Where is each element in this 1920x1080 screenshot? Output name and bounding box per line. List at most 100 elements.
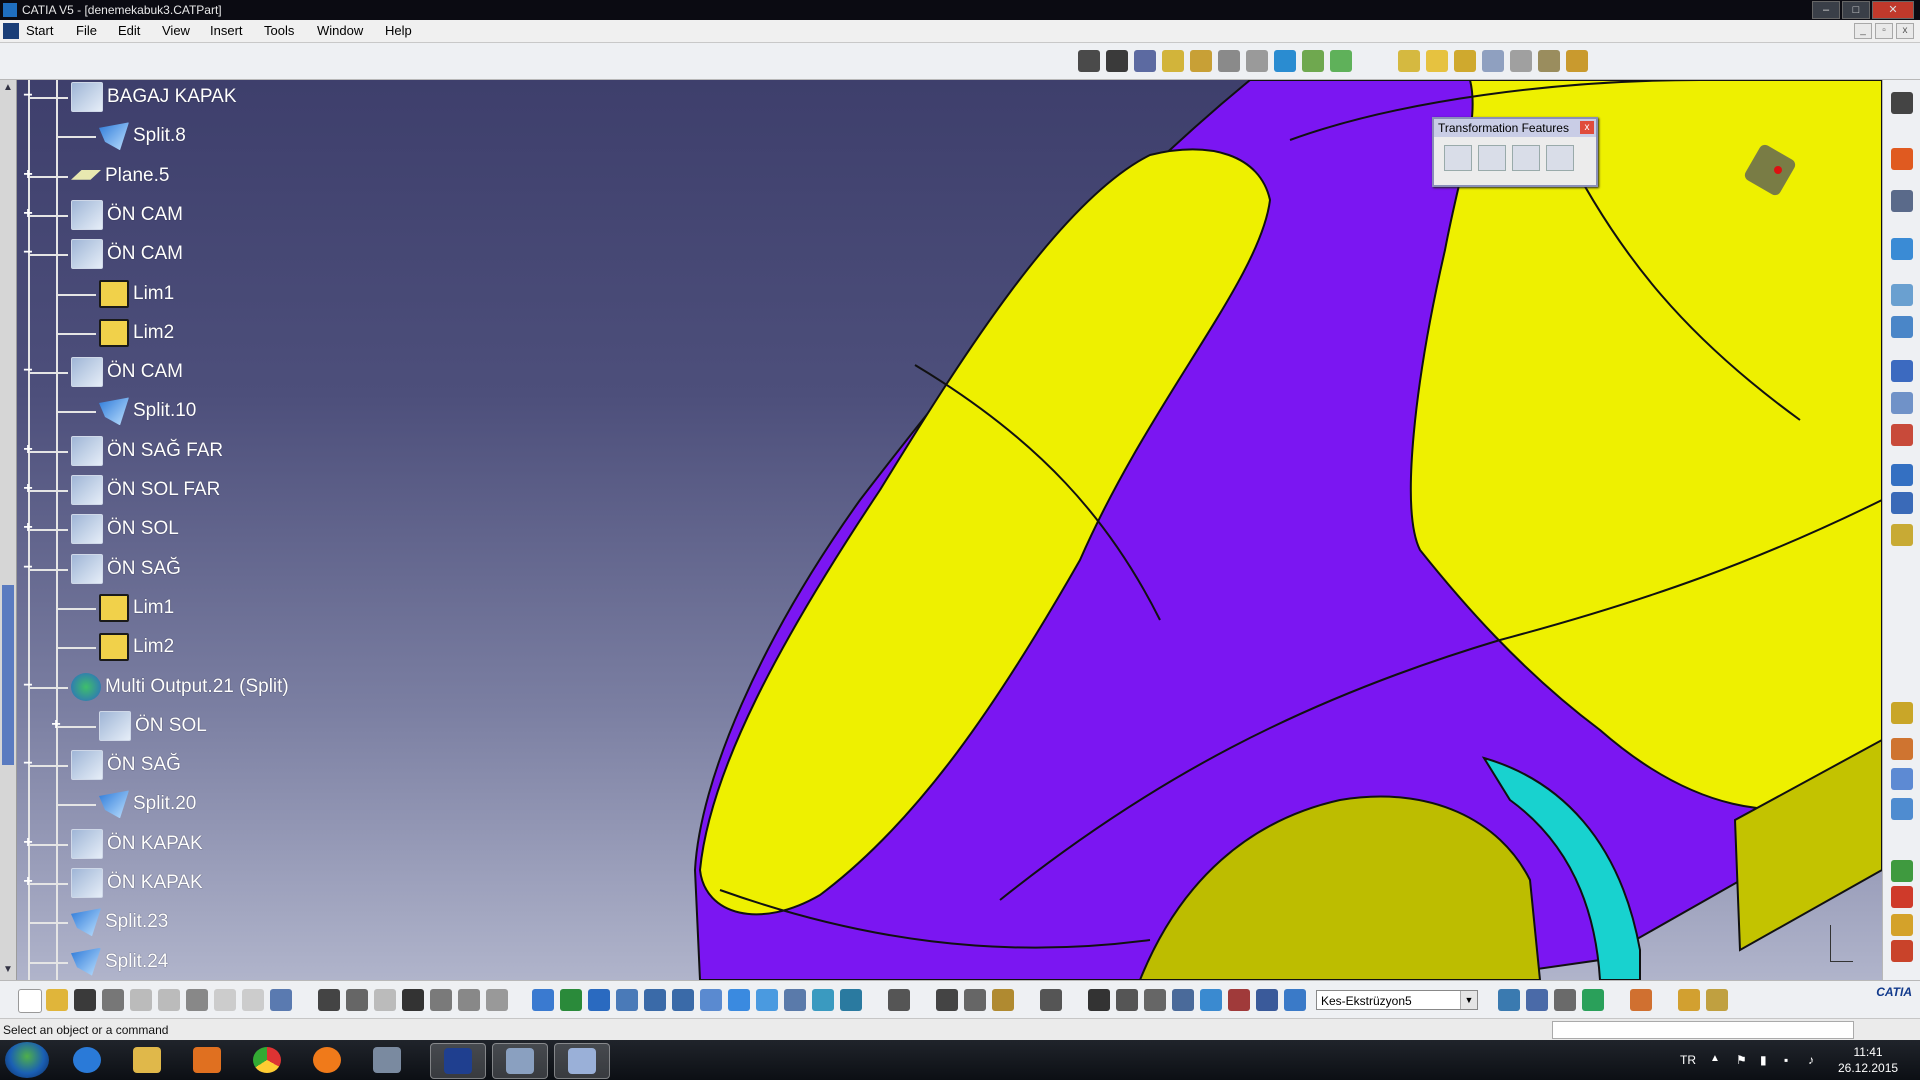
collapse-icon[interactable]: − xyxy=(21,677,35,694)
comment-icon[interactable] xyxy=(346,989,368,1011)
expand-icon[interactable]: + xyxy=(21,874,35,890)
expand-icon[interactable]: + xyxy=(21,205,35,222)
mirror-icon[interactable] xyxy=(1478,145,1506,171)
tree-node[interactable]: ÖN SAĞ xyxy=(71,750,181,781)
compass-tool-icon[interactable] xyxy=(1116,989,1138,1011)
apply-material-icon[interactable] xyxy=(1498,989,1520,1011)
cut-icon[interactable] xyxy=(130,989,152,1011)
tree-node[interactable]: Split.20 xyxy=(99,789,196,819)
save-icon[interactable] xyxy=(74,989,96,1011)
tree-node[interactable]: ÖN SAĞ FAR xyxy=(71,435,223,466)
paint-app-icon[interactable] xyxy=(360,1043,414,1077)
internet-explorer-icon[interactable] xyxy=(60,1043,114,1077)
sphere-icon[interactable] xyxy=(1190,50,1212,72)
sweep-icon[interactable] xyxy=(1218,50,1240,72)
paste-icon[interactable] xyxy=(186,989,208,1011)
intersect-icon[interactable] xyxy=(1891,768,1913,790)
scroll-up-icon[interactable]: ▲ xyxy=(2,82,14,94)
formula-icon[interactable] xyxy=(318,989,340,1011)
point-icon[interactable] xyxy=(1891,284,1913,306)
grid-icon[interactable] xyxy=(1172,989,1194,1011)
surface-icon[interactable] xyxy=(1891,238,1913,260)
fillet-icon[interactable] xyxy=(1566,50,1588,72)
trim-icon[interactable] xyxy=(1482,50,1504,72)
maximize-button[interactable]: □ xyxy=(1842,1,1870,19)
expand-icon[interactable]: + xyxy=(21,166,35,183)
constraint-icon[interactable] xyxy=(936,989,958,1011)
measure-icon[interactable] xyxy=(1891,860,1913,882)
menu-view[interactable]: View xyxy=(162,23,190,38)
offset-icon[interactable] xyxy=(1330,50,1352,72)
system-clock[interactable]: 11:41 26.12.2015 xyxy=(1838,1044,1898,1076)
circle-icon[interactable] xyxy=(1891,424,1913,446)
menu-window[interactable]: Window xyxy=(317,23,363,38)
curve-icon[interactable] xyxy=(1891,392,1913,414)
tree-node[interactable]: Lim2 xyxy=(99,318,174,348)
swap-icon[interactable] xyxy=(486,989,508,1011)
tree-node[interactable]: Split.8 xyxy=(99,121,186,151)
zoom-in-icon[interactable] xyxy=(644,989,666,1011)
gear-icon[interactable] xyxy=(1891,92,1913,114)
positioned-sketch-icon[interactable] xyxy=(1106,50,1128,72)
power-icon[interactable]: ▪ xyxy=(1784,1053,1788,1067)
tree-node[interactable]: Lim1 xyxy=(99,279,174,309)
new-file-icon[interactable] xyxy=(18,989,42,1013)
sheet-icon[interactable] xyxy=(1554,989,1576,1011)
collapse-icon[interactable]: − xyxy=(21,363,35,379)
shading-icon[interactable] xyxy=(784,989,806,1011)
list-icon[interactable] xyxy=(1256,989,1278,1011)
hide-show-icon[interactable] xyxy=(458,989,480,1011)
extrude-icon[interactable] xyxy=(1134,50,1156,72)
window-app-icon[interactable] xyxy=(554,1043,610,1079)
dot-icon[interactable] xyxy=(1891,464,1913,486)
chevron-down-icon[interactable]: ▼ xyxy=(1460,991,1477,1009)
fly-mode-icon[interactable] xyxy=(532,989,554,1011)
law-icon[interactable] xyxy=(1706,989,1728,1011)
knowledge-icon[interactable] xyxy=(1678,989,1700,1011)
menu-tools[interactable]: Tools xyxy=(264,23,294,38)
media-player-icon[interactable] xyxy=(180,1043,234,1077)
table-icon[interactable] xyxy=(402,989,424,1011)
undo-icon[interactable] xyxy=(214,989,236,1011)
tree-scrollbar[interactable]: ▲ ▼ xyxy=(0,80,17,980)
copy-icon[interactable] xyxy=(158,989,180,1011)
iso-view-icon[interactable] xyxy=(756,989,778,1011)
ratio-icon[interactable] xyxy=(1144,989,1166,1011)
fit-all-icon[interactable] xyxy=(560,989,582,1011)
volume-icon[interactable]: ♪ xyxy=(1808,1053,1814,1067)
tree-node[interactable]: ÖN KAPAK xyxy=(71,828,203,859)
bottle-icon[interactable] xyxy=(992,989,1014,1011)
multi-section-icon[interactable] xyxy=(1274,50,1296,72)
tree-node[interactable]: Plane.5 xyxy=(71,161,169,191)
expand-icon[interactable]: + xyxy=(21,520,35,536)
expand-icon[interactable]: + xyxy=(21,834,35,851)
plane-icon[interactable] xyxy=(1891,524,1913,546)
current-body-select[interactable]: Kes-Ekstrüzyon5 ▼ xyxy=(1316,990,1478,1010)
tree-node[interactable]: ÖN CAM xyxy=(71,199,183,230)
paint-brush-icon[interactable] xyxy=(492,1043,548,1079)
tree-node[interactable]: Lim2 xyxy=(99,632,174,662)
close-icon[interactable]: x xyxy=(1580,121,1594,134)
redo-icon[interactable] xyxy=(242,989,264,1011)
tree-node[interactable]: BAGAJ KAPAK xyxy=(71,82,237,112)
material-icon[interactable] xyxy=(1284,989,1306,1011)
command-input[interactable] xyxy=(1552,1021,1854,1039)
sketch-tool-icon[interactable] xyxy=(1891,190,1913,212)
join-icon[interactable] xyxy=(1398,50,1420,72)
print-icon[interactable] xyxy=(102,989,124,1011)
tray-arrow-icon[interactable]: ▲ xyxy=(1710,1053,1720,1064)
doc-restore-button[interactable]: ▫ xyxy=(1875,23,1893,39)
catia-icon[interactable] xyxy=(430,1043,486,1079)
windows-start-icon[interactable] xyxy=(5,1042,49,1078)
menu-help[interactable]: Help xyxy=(385,23,412,38)
pan-icon[interactable] xyxy=(588,989,610,1011)
catalog-icon[interactable] xyxy=(430,989,452,1011)
line-icon[interactable] xyxy=(1891,316,1913,338)
pattern-icon[interactable] xyxy=(1512,145,1540,171)
heal-icon[interactable] xyxy=(1426,50,1448,72)
expand-icon[interactable]: + xyxy=(21,441,35,458)
whats-this-icon[interactable] xyxy=(270,989,292,1011)
tree-node[interactable]: Lim1 xyxy=(99,593,174,623)
normal-view-icon[interactable] xyxy=(700,989,722,1011)
update-icon[interactable] xyxy=(888,989,910,1011)
